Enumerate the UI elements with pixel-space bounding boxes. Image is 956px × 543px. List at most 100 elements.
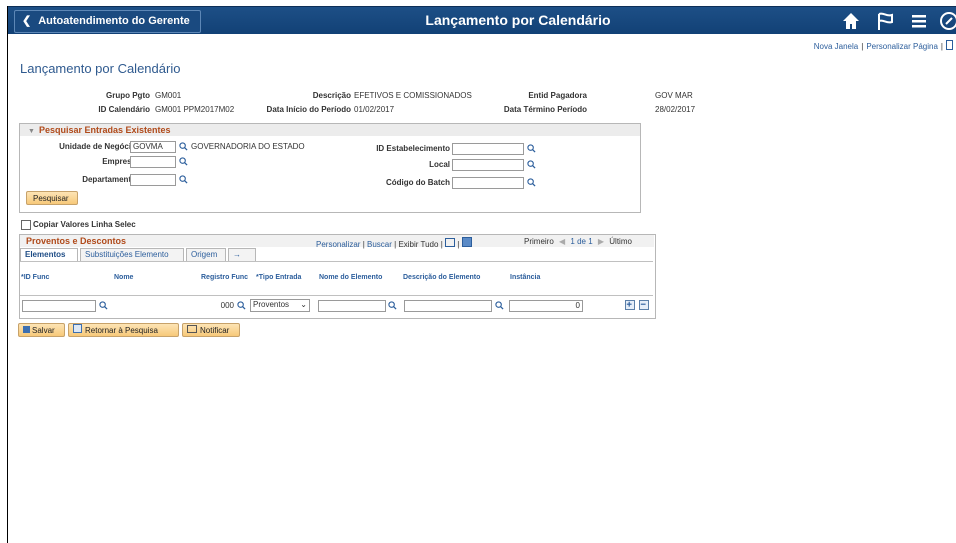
row-registro: 000: [220, 301, 234, 310]
grid-toolbar: Personalizar | Buscar | Exibir Tudo | |: [316, 237, 472, 249]
return-icon: [73, 324, 82, 333]
grupo-pgto-value: GM001: [155, 91, 182, 100]
lookup-elemento-icon[interactable]: [388, 301, 397, 310]
search-section: [19, 123, 641, 213]
app-frame: ❮ Autoatendimento do Gerente Lançamento p…: [7, 6, 956, 543]
data-inicio-value: 01/02/2017: [354, 105, 395, 114]
lookup-estabelecimento-icon[interactable]: [527, 144, 536, 153]
add-row-icon[interactable]: [625, 300, 635, 310]
personalize-page-link[interactable]: Personalizar Página: [866, 42, 938, 51]
show-all-columns-icon[interactable]: →: [228, 248, 256, 261]
col-tipo-entrada: *Tipo Entrada: [256, 274, 302, 281]
tipo-selected-value: Proventos: [253, 300, 290, 309]
save-icon: [23, 326, 30, 333]
personalize-link[interactable]: Personalizar: [316, 240, 360, 249]
chevron-left-icon: ❮: [22, 15, 32, 27]
next-icon[interactable]: ▶: [598, 237, 604, 246]
first-link[interactable]: Primeiro: [524, 237, 554, 246]
notify-icon: [187, 325, 197, 333]
empresa-input[interactable]: [130, 156, 176, 168]
return-label: Retornar à Pesquisa: [85, 326, 158, 335]
lookup-local-icon[interactable]: [527, 160, 536, 169]
tab-origem[interactable]: Origem: [186, 248, 226, 261]
entid-pagadora-label: Entid Pagadora: [528, 91, 587, 100]
flag-icon[interactable]: [874, 10, 896, 32]
codigo-batch-input[interactable]: [452, 177, 524, 189]
data-termino-label: Data Término Período: [503, 105, 587, 114]
exibir-tudo-link[interactable]: Exibir Tudo: [398, 240, 438, 249]
entid-pagadora-value: GOV MAR: [655, 91, 693, 100]
lookup-registro-icon[interactable]: [237, 301, 246, 310]
lookup-id-func-icon[interactable]: [99, 301, 108, 310]
header-title: Lançamento por Calendário: [425, 12, 611, 28]
menu-icon[interactable]: [908, 10, 930, 32]
save-label: Salvar: [32, 326, 55, 335]
save-button[interactable]: Salvar: [18, 323, 65, 337]
help-icon[interactable]: [946, 40, 953, 50]
col-id-func: *ID Func: [21, 274, 50, 281]
search-button[interactable]: Pesquisar: [26, 191, 78, 205]
unidade-label: Unidade de Negócio: [59, 142, 136, 151]
last-link[interactable]: Último: [609, 237, 632, 246]
grupo-pgto-label: Grupo Pgto: [106, 91, 150, 100]
delete-row-icon[interactable]: [639, 300, 649, 310]
col-descricao-elemento: Descrição do Elemento: [403, 274, 481, 281]
codigo-batch-label: Código do Batch: [386, 178, 450, 187]
page-links: Nova Janela | Personalizar Página |: [814, 40, 953, 51]
local-input[interactable]: [452, 159, 524, 171]
download-icon[interactable]: [461, 237, 472, 247]
id-estabelecimento-label: ID Estabelecimento: [376, 144, 450, 153]
lookup-departamento-icon[interactable]: [179, 175, 188, 184]
prev-icon[interactable]: ◀: [559, 237, 565, 246]
navbar-icon[interactable]: [938, 10, 956, 32]
collapse-icon: ▼: [28, 128, 35, 135]
lookup-descricao-icon[interactable]: [495, 301, 504, 310]
buscar-link[interactable]: Buscar: [367, 240, 392, 249]
unidade-input[interactable]: GOVMA: [130, 141, 176, 153]
id-calendario-label: ID Calendário: [98, 105, 150, 114]
page-range: 1 de 1: [570, 237, 593, 246]
local-label: Local: [429, 160, 450, 169]
row-nome-elemento-input[interactable]: [318, 300, 386, 312]
search-section-header[interactable]: ▼ Pesquisar Entradas Existentes: [20, 124, 640, 136]
unidade-description: GOVERNADORIA DO ESTADO: [191, 142, 305, 151]
copy-values-checkbox[interactable]: [21, 220, 31, 230]
grid-divider: [20, 295, 653, 296]
notify-button[interactable]: Notificar: [182, 323, 240, 337]
grid-view-icon[interactable]: [445, 238, 455, 247]
notify-label: Notificar: [200, 326, 230, 335]
col-registro: Registro Func: [201, 274, 249, 281]
back-button[interactable]: ❮ Autoatendimento do Gerente: [14, 10, 201, 33]
id-estabelecimento-input[interactable]: [452, 143, 524, 155]
row-instancia-input[interactable]: 0: [509, 300, 583, 312]
grid-title: Proventos e Descontos: [26, 236, 127, 246]
col-nome-elemento: Nome do Elemento: [319, 274, 383, 281]
row-descricao-input[interactable]: [404, 300, 492, 312]
departamento-input[interactable]: [130, 174, 176, 186]
grid-pager: Primeiro ◀ 1 de 1 ▶ Último: [524, 237, 632, 246]
tab-elementos[interactable]: Elementos: [20, 248, 78, 261]
id-calendario-value: GM001 PPM2017M02: [155, 105, 235, 114]
col-instancia: Instância: [510, 274, 541, 281]
col-nome: Nome: [114, 274, 134, 281]
tab-substituicoes[interactable]: Substituições Elemento: [80, 248, 184, 261]
page-title: Lançamento por Calendário: [20, 61, 181, 76]
row-tipo-select[interactable]: Proventos ⌄: [250, 299, 310, 312]
descricao-label: Descrição: [312, 91, 351, 100]
new-window-link[interactable]: Nova Janela: [814, 42, 858, 51]
lookup-unidade-icon[interactable]: [179, 142, 188, 151]
data-inicio-label: Data Início do Período: [266, 105, 351, 114]
descricao-value: EFETIVOS E COMISSIONADOS: [354, 91, 472, 100]
dropdown-arrow-icon: ⌄: [300, 300, 307, 309]
home-icon[interactable]: [840, 10, 862, 32]
departamento-label: Departamento: [82, 175, 136, 184]
lookup-batch-icon[interactable]: [527, 178, 536, 187]
copy-values-label: Copiar Valores Linha Selec: [33, 220, 136, 229]
data-termino-value: 28/02/2017: [655, 105, 696, 114]
lookup-empresa-icon[interactable]: [179, 157, 188, 166]
back-button-label: Autoatendimento do Gerente: [38, 15, 190, 27]
search-section-title: Pesquisar Entradas Existentes: [38, 125, 171, 135]
header-bar: ❮ Autoatendimento do Gerente Lançamento p…: [8, 6, 956, 34]
return-to-search-button[interactable]: Retornar à Pesquisa: [68, 323, 179, 337]
row-id-func-input[interactable]: [22, 300, 96, 312]
